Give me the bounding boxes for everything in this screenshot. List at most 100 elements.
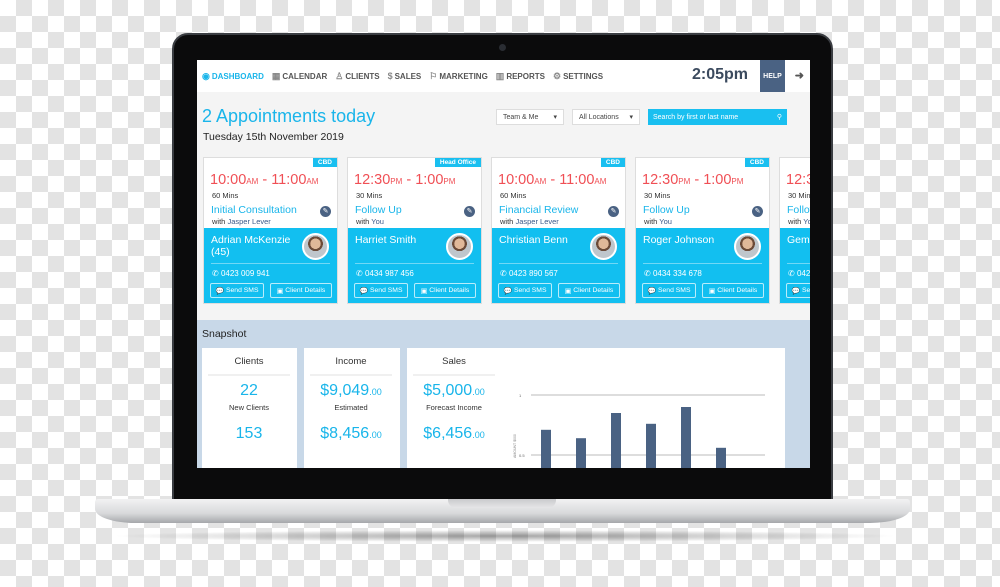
edit-icon[interactable]: ✎ [752,206,763,217]
divider [310,374,392,376]
appointment-time: 10:00AM - 11:00AM [498,172,607,188]
client-details-button[interactable]: ▣ Client Details [270,283,332,298]
client-section: Christian Benn ✆ 0423 890 567 💬 Send SMS … [492,228,625,303]
bar [681,407,691,468]
staff: with You [644,217,672,226]
chat-icon: 💬 [647,287,656,295]
phone-icon: ✆ [500,269,507,278]
snapshot-title: Snapshot [202,328,247,340]
calendar-icon: ▦ [271,70,281,81]
appointment-card[interactable]: Head Office 12:30PM - 1:00PM 30 Mins Fol… [347,157,482,304]
search-placeholder: Search by first or last name [653,113,739,121]
app-screen: ◉ DASHBOARD ▦ CALENDAR ♙ CLIENTS $ SALES ⚐ MARKET… [197,60,810,468]
location-badge: CBD [744,158,769,167]
location-badge: CBD [600,158,625,167]
edit-icon[interactable]: ✎ [464,206,475,217]
send-sms-button[interactable]: 💬Send SMS [354,283,408,298]
client-details-button[interactable]: ▣ Client Details [558,283,620,298]
appointment-title[interactable]: Initial Consultation [211,204,297,216]
new-clients-label: New Clients [228,403,269,412]
top-nav: ◉ DASHBOARD ▦ CALENDAR ♙ CLIENTS $ SALES ⚐ MARKET… [197,60,810,92]
edit-icon[interactable]: ✎ [320,206,331,217]
nav-item-settings[interactable]: ⚙ SETTINGS [553,71,603,82]
client-details-button[interactable]: ▣ Client Details [414,283,476,298]
avatar [590,233,617,260]
nav-item-clients[interactable]: ♙ CLIENTS [335,71,379,82]
appointment-title[interactable]: Follow Up [355,204,402,216]
client-name[interactable]: Christian Benn [499,234,589,246]
estimated-label: Estimated [334,403,368,412]
income-panel: Income $9,049.00 Estimated $8,456.00 [304,348,400,468]
divider [413,374,495,376]
nav-item-sales[interactable]: $ SALES [388,71,422,81]
search-input[interactable]: Search by first or last name ⚲ [648,109,787,125]
send-sms-button[interactable]: 💬Send SMS [642,283,696,298]
phone-icon: ✆ [356,269,363,278]
staff: with Jasper Lever [212,217,271,226]
nav-label: DASHBOARD [211,71,264,81]
nav-label: CALENDAR [282,71,328,81]
edit-icon[interactable]: ✎ [608,206,619,217]
nav-item-marketing[interactable]: ⚐ MARKETING [429,71,488,82]
nav-item-dashboard[interactable]: ◉ DASHBOARD [202,71,264,82]
send-sms-button[interactable]: 💬Send SMS [210,283,264,298]
y-axis-label: AMOUNT $000 [513,434,517,458]
client-phone: ✆ 042 [788,269,810,278]
appointment-title[interactable]: Financial Review [499,204,578,216]
snapshot-section: Snapshot Clients 22 New Clients 153 Inco… [197,320,810,468]
appointment-card[interactable]: CBD 10:00AM - 11:00AM 60 Mins Initial Co… [203,157,338,304]
divider [787,263,810,264]
laptop-shadow [110,530,900,542]
chat-icon: 💬 [215,287,224,295]
y-tick-label: 0.5 [519,453,525,458]
client-details-button[interactable]: ▣ Client Details [702,283,764,298]
client-section: Gem Roge ✆ 042 💬Send SMS ▣Client Details [780,228,810,303]
appointment-card[interactable]: CBD 12:30PM - 1:00PM 30 Mins Follow Up w… [779,157,810,304]
sales-icon: $ [387,71,393,81]
divider [211,263,330,264]
bar [576,438,586,468]
appointment-time: 12:30PM - 1:00PM [786,172,810,188]
sales-panel: Sales $5,000.00 Forecast Income $6,456.0… [407,348,785,468]
marketing-icon: ⚐ [429,70,438,81]
team-select[interactable]: Team & Me ▾ [496,109,564,125]
bar [611,413,621,468]
forecast-income-value: $5,000.00 [423,382,485,399]
staff: with Jasper Lever [500,217,559,226]
income-heading: Income [335,356,367,367]
logout-icon[interactable]: ➜ [795,69,804,82]
sales-chart: 1 0.5AMOUNT $000 [513,393,765,468]
chat-icon: 💬 [503,287,512,295]
search-icon: ⚲ [776,114,782,121]
appointment-title[interactable]: Follow Up [643,204,690,216]
help-button[interactable]: HELP [760,60,785,92]
divider [643,263,762,264]
client-name[interactable]: Harriet Smith [355,234,445,246]
nav-label: SETTINGS [563,71,604,81]
nav-item-reports[interactable]: ▥ REPORTS [496,71,545,82]
duration: 60 Mins [500,191,527,200]
client-phone: ✆ 0434 987 456 [356,269,414,278]
duration: 60 Mins [212,191,239,200]
client-section: Roger Johnson ✆ 0434 334 678 💬 Send SMS ▣… [636,228,769,303]
page-title: 2 Appointments today [202,106,376,126]
client-phone: ✆ 0423 890 567 [500,269,558,278]
staff: with You [356,217,384,226]
webcam [499,44,506,51]
appointment-card[interactable]: CBD 12:30PM - 1:00PM 30 Mins Follow Up w… [635,157,770,304]
send-sms-button[interactable]: 💬Send SMS [498,283,552,298]
appointment-card[interactable]: CBD 10:00AM - 11:00AM 60 Mins Financial … [491,157,626,304]
client-name[interactable]: Roger Johnson [643,234,733,246]
chat-icon: 💬 [359,287,368,295]
client-name[interactable]: Gem Roge [787,234,810,246]
nav-item-calendar[interactable]: ▦ CALENDAR [272,71,327,82]
location-select-value: All Locations [579,113,619,121]
client-name[interactable]: Adrian McKenzie (45) [211,234,301,258]
appointment-title[interactable]: Follow Up [787,204,810,216]
location-select[interactable]: All Locations ▾ [572,109,640,125]
client-section: Adrian McKenzie (45) ✆ 0423 009 941 💬 Sen… [204,228,337,303]
nav-label: CLIENTS [345,71,380,81]
send-sms-button[interactable]: 💬Send SMS [786,283,810,298]
settings-icon: ⚙ [552,70,562,81]
bar [646,423,656,468]
